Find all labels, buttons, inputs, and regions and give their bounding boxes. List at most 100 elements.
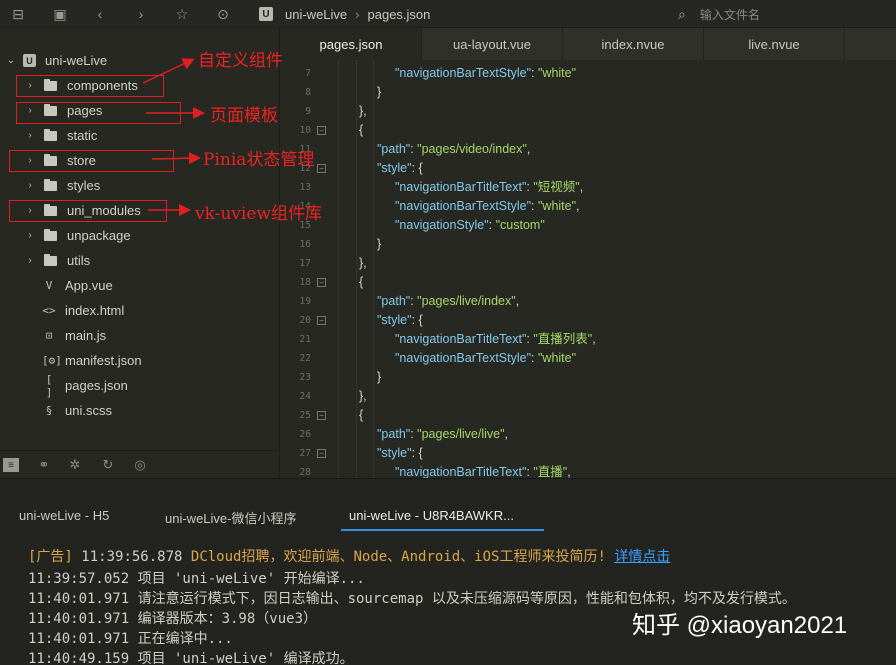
annotation-box-components [16,75,164,97]
editor-tab[interactable]: ua-layout.vue [422,28,563,60]
code-text: } [377,83,381,102]
fold-toggle-icon[interactable]: − [317,411,326,420]
chevron-right-icon[interactable]: › [24,230,36,241]
fold-toggle-icon[interactable]: − [317,316,326,325]
code-token: "pages/live/live" [417,427,505,441]
code-token: "navigationBarTitleText" [395,180,527,194]
code-token: "直播" [533,465,568,478]
code-editor[interactable]: 7 "navigationBarTextStyle": "white" 8} 9}, 1… [281,60,896,478]
chevron-right-icon: › [355,6,360,22]
ad-text: DCloud招聘，欢迎前端、Node、Android、iOS工程师来投简历! [190,549,606,565]
annotation-box-uni-modules [9,200,167,222]
tree-item[interactable]: V App.vue [0,273,280,298]
code-text: { [359,121,363,140]
code-token: , [567,465,571,478]
tree-item[interactable]: › styles [0,173,280,198]
code-token: : [488,218,496,232]
binoculars-icon[interactable]: ⚭ [35,456,53,474]
code-line: 23} [281,368,896,387]
tree-item[interactable]: § uni.scss [0,398,280,423]
tree-item[interactable]: [⚙] manifest.json [0,348,280,373]
code-token: , [592,332,596,346]
code-text: } [377,368,381,387]
explorer-tab-icon[interactable]: ≡ [3,458,19,472]
code-line: 27− "style": { [281,444,896,463]
console-tabs: uni-weLive - H5 uni-weLive-微信小程序 uni-weL… [0,479,896,531]
annotation-box-pages [16,102,181,124]
code-line: 22 "navigationBarTextStyle": "white" [281,349,896,368]
line-number: 23 [299,372,311,383]
code-text: { [359,273,363,292]
manifest-file-icon: [⚙] [42,354,62,367]
editor-tab[interactable]: live.nvue [704,28,845,60]
chevron-right-icon[interactable]: › [24,180,36,191]
folder-icon [44,178,57,191]
tree-item-label: main.js [65,328,107,343]
chevron-down-icon[interactable]: ⌄ [5,55,17,66]
code-token: { [359,408,364,422]
line-number: 20 [299,315,311,326]
annotation-label-uni-modules: vk-uview组件库 [195,204,322,224]
line-number: 9 [305,106,311,117]
editor-tab[interactable]: index.nvue [563,28,704,60]
code-line: 21 "navigationBarTitleText": "直播列表", [281,330,896,349]
code-token: "navigationBarTextStyle" [395,66,532,80]
console-tab-h5[interactable]: uni-weLive - H5 [19,508,109,523]
code-line: 8} [281,83,896,102]
console-tab-wechat[interactable]: uni-weLive-微信小程序 [165,508,296,527]
fold-toggle-icon[interactable]: − [317,278,326,287]
file-search-input[interactable]: 输入文件名 [700,6,760,23]
line-number: 8 [305,87,311,98]
tree-item-label: manifest.json [65,353,142,368]
breadcrumb-project[interactable]: uni-weLive [285,7,347,22]
tree-item[interactable]: <> index.html [0,298,280,323]
line-number: 18 [299,277,311,288]
code-line: 17}, [281,254,896,273]
code-token: }, [359,104,367,118]
bug-icon[interactable]: ✲ [66,456,84,474]
code-token: : [531,351,538,365]
git-icon[interactable]: ↻ [99,456,117,474]
tree-item[interactable]: › utils [0,248,280,273]
code-line: 9}, [281,102,896,121]
watermark: 知乎 @xiaoyan2021 [632,612,848,639]
chevron-right-icon[interactable]: › [24,255,36,266]
ad-link[interactable]: 详情点击 [614,549,670,565]
fold-toggle-icon[interactable]: − [317,449,326,458]
annotation-box-store [9,150,174,172]
file-search[interactable]: ⌕ 输入文件名 [678,4,896,24]
plugin-icon[interactable]: ◎ [131,456,149,474]
sidebar-footer: ≡ ⚭ ✲ ↻ ◎ [0,450,280,478]
code-text: }, [359,254,367,273]
forward-icon[interactable]: › [131,4,151,24]
breadcrumb-file[interactable]: pages.json [368,7,431,22]
code-token: "path" [377,142,411,156]
code-line: 10− { [281,121,896,140]
tree-item[interactable]: › unpackage [0,223,280,248]
explorer-icon[interactable]: ⊟ [8,4,28,24]
code-text: { [359,406,363,425]
code-token: : { [411,313,423,327]
editor-tab[interactable]: pages.json [281,28,422,60]
fold-toggle-icon[interactable]: − [317,164,326,173]
code-line: 12− "style": { [281,159,896,178]
code-token: }, [359,389,367,403]
fold-toggle-icon[interactable]: − [317,126,326,135]
code-token: } [377,370,382,384]
line-number: 16 [299,239,311,250]
chevron-right-icon[interactable]: › [24,130,36,141]
star-icon[interactable]: ☆ [172,4,192,24]
code-text: "navigationBarTextStyle": "white" [395,349,576,368]
console-tab-device[interactable]: uni-weLive - U8R4BAWKR... [349,508,514,523]
save-icon[interactable]: ▣ [50,4,70,24]
code-token: } [377,237,382,251]
tree-item[interactable]: ⊡ main.js [0,323,280,348]
tree-item[interactable]: [ ] pages.json [0,373,280,399]
annotation-label-components: 自定义组件 [198,51,283,71]
toolbar: ⊟ ▣ ‹ › ☆ ⊙ U uni-weLive › pages.json ⌕ … [0,0,896,28]
run-icon[interactable]: ⊙ [213,4,233,24]
code-line: 28 "navigationBarTitleText": "直播", [281,463,896,478]
breadcrumb: U uni-weLive › pages.json [259,5,430,23]
back-icon[interactable]: ‹ [90,4,110,24]
editor-tabs: pages.json ua-layout.vue index.nvue live.nv… [281,28,896,60]
